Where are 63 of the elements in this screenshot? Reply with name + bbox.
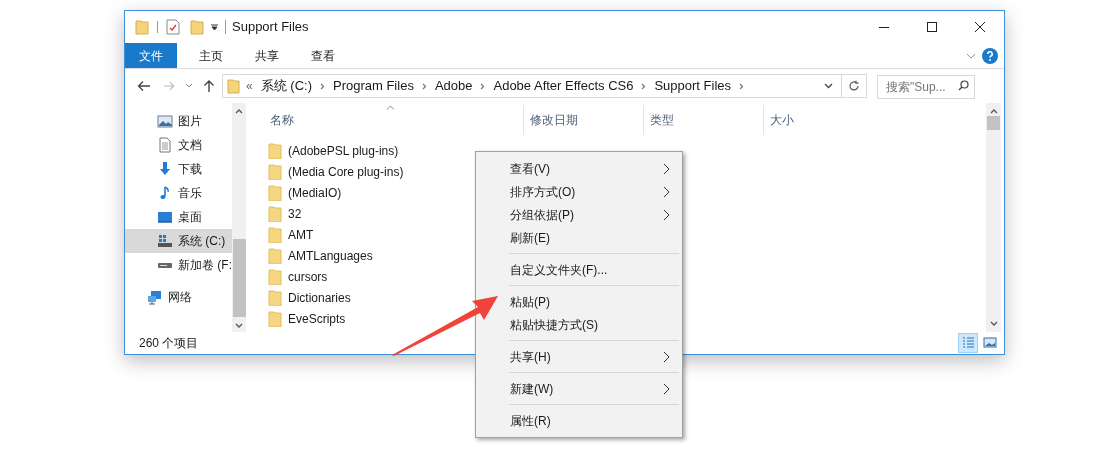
sidebar-item[interactable]: 桌面 [125, 205, 232, 229]
sidebar-item[interactable]: 网络 [125, 285, 232, 309]
file-name[interactable]: (Media Core plug-ins) [288, 162, 404, 181]
sidebar-label: 下载 [178, 161, 202, 178]
sidebar-item[interactable]: 新加卷 (F: [125, 253, 232, 277]
ribbon-tab[interactable]: 主页 [185, 43, 237, 68]
sidebar-item[interactable]: 图片 [125, 109, 232, 133]
file-name[interactable]: AMTLanguages [288, 246, 373, 265]
search-field[interactable]: 搜索"Sup... [877, 75, 975, 99]
menu-item[interactable]: 自定义文件夹(F)... [510, 258, 682, 281]
sidebar-item[interactable]: 音乐 [125, 181, 232, 205]
menu-label: 分组依据(P) [510, 206, 574, 224]
sidebar-label: 系统 (C:) [178, 233, 226, 250]
breadcrumb[interactable]: Adobe After Effects CS6 [493, 76, 634, 96]
window-title: Support Files [232, 18, 309, 37]
sidebar-item[interactable]: 文档 [125, 133, 232, 157]
menu-label: 刷新(E) [510, 229, 550, 247]
sidebar-label: 文档 [178, 137, 202, 154]
menu-label: 排序方式(O) [510, 183, 576, 201]
breadcrumb[interactable]: Program Files [332, 76, 414, 96]
menu-item[interactable]: 查看(V) [510, 157, 682, 180]
breadcrumb[interactable]: 系统 (C:) [260, 76, 312, 96]
column-header[interactable]: 修改日期 [523, 105, 643, 135]
sidebar-item[interactable]: 系统 (C:) [125, 229, 232, 253]
file-name[interactable]: (MediaIO) [288, 183, 342, 202]
breadcrumb[interactable]: Adobe [434, 76, 473, 96]
menu-label: 粘贴(P) [510, 293, 550, 311]
sidebar-label: 桌面 [178, 209, 202, 226]
menu-label: 查看(V) [510, 160, 550, 178]
menu-item[interactable]: 排序方式(O) [510, 180, 682, 203]
menu-item[interactable]: 粘贴快捷方式(S) [510, 313, 682, 336]
address-bar[interactable]: « 系统 (C:) Program Files Adobe Adobe After Effects CS6 Support Files [222, 74, 867, 98]
menu-item[interactable]: 属性(R) [510, 409, 682, 432]
file-name[interactable]: 32 [288, 204, 302, 223]
menu-item[interactable]: 刷新(E) [510, 226, 682, 249]
overflow-chevron[interactable]: « [246, 77, 253, 95]
item-count: 260 个项目 [139, 335, 199, 352]
sidebar-label: 音乐 [178, 185, 202, 202]
menu-label: 粘贴快捷方式(S) [510, 316, 598, 334]
ribbon-tab[interactable]: 查看 [297, 43, 349, 68]
file-name[interactable]: cursors [288, 267, 328, 286]
sidebar-label: 图片 [178, 113, 202, 130]
file-name[interactable]: EveScripts [288, 309, 346, 328]
sidebar-label: 网络 [168, 289, 192, 306]
menu-item[interactable]: 分组依据(P) [510, 203, 682, 226]
column-header[interactable]: 类型 [643, 105, 763, 135]
ribbon-tab[interactable]: 共享 [241, 43, 293, 68]
sidebar-item[interactable]: 下载 [125, 157, 232, 181]
file-name[interactable]: (AdobePSL plug-ins) [288, 141, 399, 160]
column-header[interactable]: 大小 [763, 105, 845, 135]
menu-item[interactable]: 粘贴(P) [510, 290, 682, 313]
column-header[interactable]: 名称 [268, 105, 523, 135]
menu-label: 属性(R) [510, 412, 551, 430]
breadcrumb[interactable]: Support Files [654, 76, 732, 96]
menu-label: 共享(H) [510, 348, 551, 366]
menu-item[interactable]: 新建(W) [510, 377, 682, 400]
menu-label: 新建(W) [510, 380, 554, 398]
ribbon-tab[interactable]: 文件 [125, 43, 177, 68]
file-name[interactable]: AMT [288, 225, 314, 244]
file-name[interactable]: Dictionaries [288, 288, 351, 307]
sidebar-label: 新加卷 (F: [178, 257, 232, 274]
menu-item[interactable]: 共享(H) [510, 345, 682, 368]
menu-label: 自定义文件夹(F)... [510, 261, 608, 279]
